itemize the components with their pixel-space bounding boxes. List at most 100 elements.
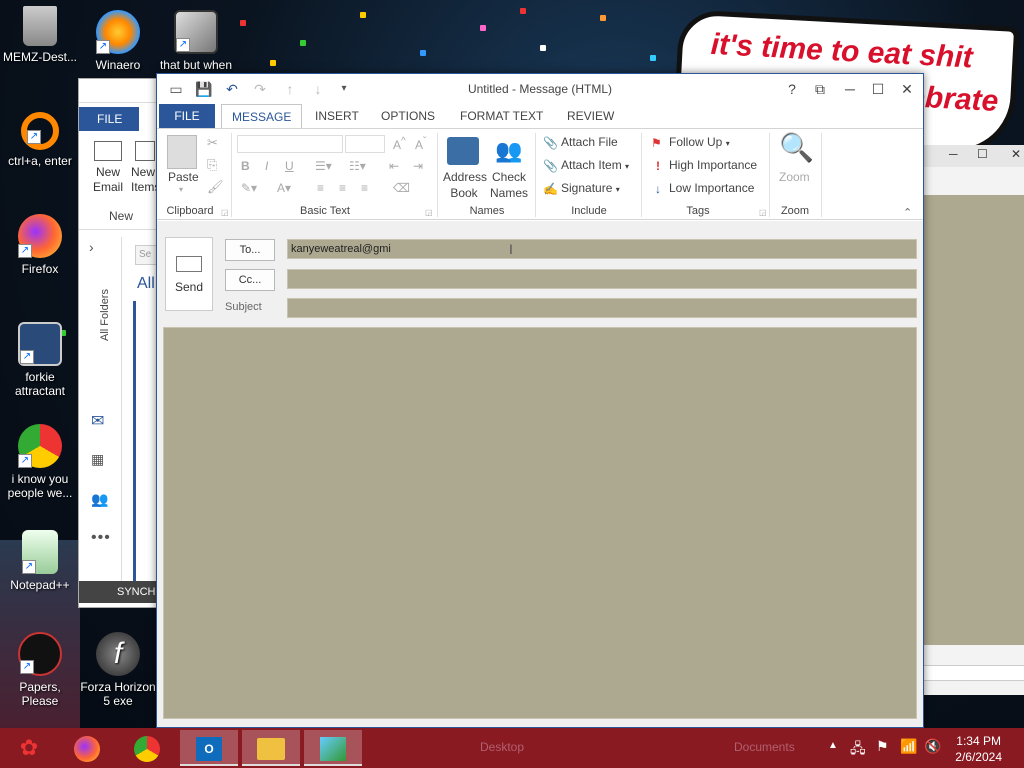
magnifier-icon: 🔍 [779, 132, 814, 163]
to-button[interactable]: To... [225, 239, 275, 261]
new-items-icon [135, 141, 155, 161]
message-body[interactable] [163, 327, 917, 719]
high-importance-button[interactable]: ! High Importance [651, 158, 757, 173]
minimize-button[interactable]: ─ [837, 78, 863, 100]
align-center-icon[interactable]: ≡ [339, 181, 346, 195]
to-field[interactable]: kanyeweatreal@gmi [287, 239, 917, 259]
bg-all-folders[interactable]: All Folders [99, 289, 111, 341]
grow-font-icon[interactable]: A^ [393, 136, 406, 152]
taskbar-outlook[interactable]: O [180, 730, 238, 766]
ribbon-options-icon[interactable]: ⧉ [807, 78, 833, 100]
more-icon[interactable]: ••• [91, 529, 111, 547]
taskbar-chrome[interactable] [118, 730, 176, 766]
signature-button[interactable]: ✍ Signature ▾ [543, 181, 620, 196]
desktop-icon-notepadpp[interactable]: ↗ Notepad++ [0, 530, 80, 592]
follow-up-button[interactable]: ⚑ Follow Up ▾ [651, 135, 730, 150]
desktop-icon-firefox[interactable]: ↗ Firefox [0, 214, 80, 276]
underline-icon[interactable]: U [285, 159, 294, 173]
network-icon[interactable]: 🖧 [850, 738, 866, 762]
attach-file-button[interactable]: 📎 Attach File [543, 135, 618, 150]
shrink-font-icon[interactable]: Aˇ [415, 136, 426, 152]
cc-button[interactable]: Cc... [225, 269, 275, 291]
format-painter-icon[interactable]: 🖌 [207, 179, 224, 195]
desktop-icon-ctrl-a-enter[interactable]: ↗ ctrl+a, enter [0, 112, 80, 168]
maximize-icon[interactable]: ☐ [977, 147, 988, 161]
winaero-icon: ↗ [96, 10, 140, 54]
tab-review[interactable]: REVIEW [557, 104, 624, 128]
clock-time: 1:34 PM [956, 734, 1001, 748]
zoom-button[interactable]: Zoom [779, 170, 810, 184]
volume-muted-icon[interactable]: 🔇 [924, 738, 941, 755]
system-clock[interactable]: 1:34 PM 2/6/2024 [955, 733, 1002, 765]
subject-field[interactable] [287, 298, 917, 318]
highlight-icon[interactable]: ✎▾ [241, 181, 257, 195]
calendar-icon[interactable]: ▦ [91, 451, 104, 468]
copy-icon[interactable]: ⎘ [207, 157, 217, 173]
people-icon[interactable]: 👥 [91, 491, 108, 508]
tab-format-text[interactable]: FORMAT TEXT [450, 104, 553, 128]
font-color-icon[interactable]: A▾ [277, 181, 291, 195]
desktop-icon-label: ctrl+a, enter [8, 154, 72, 168]
attach-item-button[interactable]: 📎 Attach Item ▾ [543, 158, 629, 173]
desktop-icon-memz[interactable]: MEMZ-Dest... [0, 6, 80, 64]
tab-file[interactable]: FILE [159, 104, 215, 128]
minimize-icon[interactable]: ─ [949, 147, 958, 161]
send-button[interactable]: Send [165, 237, 213, 311]
align-right-icon[interactable]: ≡ [361, 181, 368, 195]
paste-dropdown-icon[interactable]: ▾ [179, 185, 183, 194]
chevron-right-icon[interactable]: › [89, 239, 94, 255]
meme-text-line1: it's time to eat shit [709, 27, 974, 75]
italic-icon[interactable]: I [265, 159, 268, 173]
bullets-icon[interactable]: ☰▾ [315, 159, 332, 173]
low-importance-button[interactable]: ↓ Low Importance [651, 181, 754, 196]
font-size-select[interactable] [345, 135, 385, 153]
taskbar-desktop-label[interactable]: Desktop [480, 740, 524, 754]
tab-options[interactable]: OPTIONS [371, 104, 445, 128]
bg-new-email-button[interactable]: New Email [83, 141, 133, 195]
tab-insert[interactable]: INSERT [305, 104, 369, 128]
increase-indent-icon[interactable]: ⇥ [413, 159, 423, 173]
show-hidden-icons[interactable]: ▲ [828, 740, 838, 751]
mail-icon[interactable]: ✉ [91, 411, 104, 431]
bg-file-tab[interactable]: FILE [79, 107, 139, 131]
numbering-icon[interactable]: ☷▾ [349, 159, 366, 173]
wifi-icon[interactable]: 📶 [900, 738, 917, 755]
start-button[interactable]: ✿ [0, 730, 58, 766]
background-window-right: ─ ☐ ✕ [920, 145, 1024, 695]
font-name-select[interactable] [237, 135, 343, 153]
bg-all-filter[interactable]: All [137, 275, 155, 293]
desktop-icon-forza[interactable]: f Forza Horizon 5 exe [78, 632, 158, 708]
paste-button[interactable]: Paste [168, 170, 199, 184]
close-button[interactable]: ✕ [894, 78, 920, 100]
basic-text-launcher-icon[interactable]: ◲ [425, 208, 433, 217]
taskbar-firefox[interactable] [58, 730, 116, 766]
down-arrow-icon: ↓ [655, 181, 661, 196]
send-envelope-icon [176, 256, 202, 272]
desktop-icon-chrome-link[interactable]: ↗ i know you people we... [0, 424, 80, 500]
maximize-button[interactable]: ☐ [865, 78, 891, 100]
close-icon[interactable]: ✕ [1011, 147, 1021, 161]
tab-message[interactable]: MESSAGE [221, 104, 303, 129]
taskbar-documents-label[interactable]: Documents [734, 740, 795, 754]
desktop-icon-label: Notepad++ [10, 578, 70, 592]
decrease-indent-icon[interactable]: ⇤ [389, 159, 399, 173]
help-button[interactable]: ? [779, 78, 805, 100]
collapse-ribbon-icon[interactable]: ⌃ [903, 206, 912, 219]
tags-launcher-icon[interactable]: ◲ [759, 208, 767, 217]
cut-icon[interactable]: ✂ [207, 135, 218, 151]
bold-icon[interactable]: B [241, 159, 250, 173]
desktop-icon-forkie[interactable]: ↗ forkie attractant [0, 322, 80, 398]
taskbar-app[interactable] [304, 730, 362, 766]
cc-field[interactable] [287, 269, 917, 289]
address-book-button[interactable]: Address Book [443, 169, 487, 201]
check-names-button[interactable]: Check Names [489, 169, 529, 201]
clipboard-launcher-icon[interactable]: ◲ [221, 208, 229, 217]
desktop-icon-that-but-when[interactable]: ↗ that but when [156, 10, 236, 72]
desktop-icon-winaero[interactable]: ↗ Winaero [78, 10, 158, 72]
align-left-icon[interactable]: ≡ [317, 181, 324, 195]
taskbar-file-explorer[interactable] [242, 730, 300, 766]
clear-formatting-icon[interactable]: ⌫ [393, 181, 410, 195]
desktop-icon-papers-please[interactable]: ↗ Papers, Please [0, 632, 80, 708]
action-center-icon[interactable]: ⚑ [876, 738, 889, 755]
text-cursor-icon: Ι [509, 241, 513, 257]
